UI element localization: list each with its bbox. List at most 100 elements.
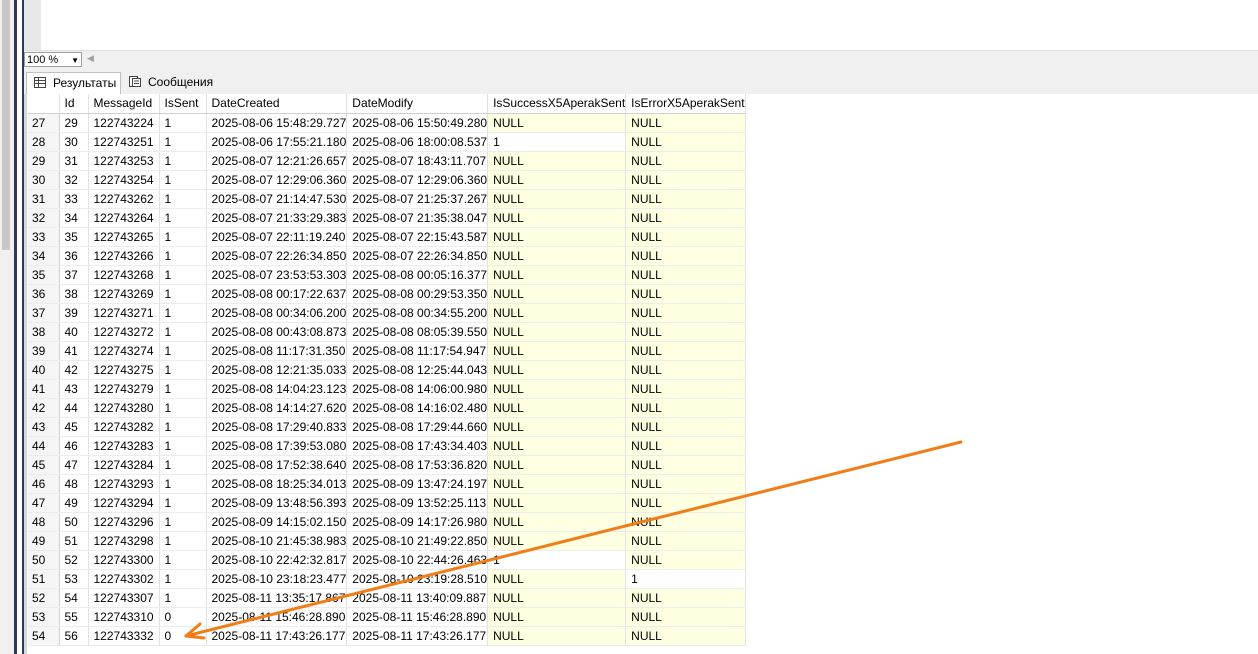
- cell-issuccessx5aperaksent[interactable]: NULL: [487, 398, 627, 418]
- cell-id[interactable]: 34: [59, 208, 89, 228]
- cell-messageid[interactable]: 122743298: [88, 531, 160, 551]
- cell-rownum[interactable]: 34: [28, 246, 60, 266]
- cell-id[interactable]: 33: [59, 189, 89, 209]
- cell-datemodify[interactable]: 2025-08-11 15:46:28.890: [346, 607, 489, 627]
- cell-id[interactable]: 35: [59, 227, 89, 247]
- cell-datemodify[interactable]: 2025-08-08 17:43:34.403: [346, 436, 489, 456]
- scroll-left-icon[interactable]: ◀: [87, 53, 94, 64]
- cell-id[interactable]: 53: [59, 569, 89, 589]
- cell-issent[interactable]: 1: [159, 417, 207, 437]
- cell-id[interactable]: 49: [59, 493, 89, 513]
- cell-id[interactable]: 51: [59, 531, 89, 551]
- cell-rownum[interactable]: 50: [28, 550, 60, 570]
- cell-messageid[interactable]: 122743274: [88, 341, 160, 361]
- table-row[interactable]: 41 43 122743279 1 2025-08-08 14:04:23.123 202…: [28, 379, 746, 399]
- cell-id[interactable]: 40: [59, 322, 89, 342]
- cell-issuccessx5aperaksent[interactable]: NULL: [487, 512, 627, 532]
- cell-datecreated[interactable]: 2025-08-08 14:04:23.123: [206, 379, 348, 399]
- cell-datecreated[interactable]: 2025-08-08 00:43:08.873: [206, 322, 348, 342]
- table-row[interactable]: 43 45 122743282 1 2025-08-08 17:29:40.833 202…: [28, 417, 746, 437]
- cell-messageid[interactable]: 122743332: [88, 626, 160, 646]
- cell-issent[interactable]: 1: [159, 569, 207, 589]
- cell-id[interactable]: 55: [59, 607, 89, 627]
- table-row[interactable]: 37 39 122743271 1 2025-08-08 00:34:06.200 202…: [28, 303, 746, 323]
- cell-messageid[interactable]: 122743282: [88, 417, 160, 437]
- cell-rownum[interactable]: 32: [28, 208, 60, 228]
- cell-datecreated[interactable]: 2025-08-07 21:33:29.383: [206, 208, 348, 228]
- cell-datecreated[interactable]: 2025-08-07 22:11:19.240: [206, 227, 348, 247]
- cell-iserrorx5aperaksent[interactable]: 1: [625, 569, 746, 589]
- cell-id[interactable]: 37: [59, 265, 89, 285]
- cell-issent[interactable]: 1: [159, 341, 207, 361]
- table-row[interactable]: 53 55 122743310 0 2025-08-11 15:46:28.890 202…: [28, 607, 746, 627]
- cell-messageid[interactable]: 122743264: [88, 208, 160, 228]
- cell-issent[interactable]: 1: [159, 531, 207, 551]
- cell-id[interactable]: 46: [59, 436, 89, 456]
- cell-issuccessx5aperaksent[interactable]: NULL: [487, 151, 627, 171]
- cell-iserrorx5aperaksent[interactable]: NULL: [625, 322, 746, 342]
- table-row[interactable]: 46 48 122743293 1 2025-08-08 18:25:34.013 202…: [28, 474, 746, 494]
- cell-iserrorx5aperaksent[interactable]: NULL: [625, 607, 746, 627]
- table-row[interactable]: 42 44 122743280 1 2025-08-08 14:14:27.620 202…: [28, 398, 746, 418]
- table-row[interactable]: 47 49 122743294 1 2025-08-09 13:48:56.393 202…: [28, 493, 746, 513]
- cell-rownum[interactable]: 49: [28, 531, 60, 551]
- cell-rownum[interactable]: 54: [28, 626, 60, 646]
- cell-iserrorx5aperaksent[interactable]: NULL: [625, 208, 746, 228]
- cell-id[interactable]: 56: [59, 626, 89, 646]
- cell-datecreated[interactable]: 2025-08-08 14:14:27.620: [206, 398, 348, 418]
- table-row[interactable]: 44 46 122743283 1 2025-08-08 17:39:53.080 202…: [28, 436, 746, 456]
- cell-messageid[interactable]: 122743269: [88, 284, 160, 304]
- cell-issent[interactable]: 1: [159, 379, 207, 399]
- left-scrollbar-thumb[interactable]: [2, 0, 10, 250]
- cell-issuccessx5aperaksent[interactable]: NULL: [487, 455, 627, 475]
- cell-issent[interactable]: 1: [159, 398, 207, 418]
- table-row[interactable]: 33 35 122743265 1 2025-08-07 22:11:19.240 202…: [28, 227, 746, 247]
- cell-iserrorx5aperaksent[interactable]: NULL: [625, 626, 746, 646]
- cell-datemodify[interactable]: 2025-08-08 00:34:55.200: [346, 303, 489, 323]
- cell-rownum[interactable]: 51: [28, 569, 60, 589]
- cell-datecreated[interactable]: 2025-08-07 12:29:06.360: [206, 170, 348, 190]
- cell-iserrorx5aperaksent[interactable]: NULL: [625, 284, 746, 304]
- cell-datecreated[interactable]: 2025-08-08 11:17:31.350: [206, 341, 348, 361]
- table-row[interactable]: 29 31 122743253 1 2025-08-07 12:21:26.657 202…: [28, 151, 746, 171]
- left-scrollbar[interactable]: [0, 0, 14, 654]
- table-row[interactable]: 27 29 122743224 1 2025-08-06 15:48:29.727 202…: [28, 113, 746, 133]
- cell-id[interactable]: 52: [59, 550, 89, 570]
- cell-issent[interactable]: 1: [159, 265, 207, 285]
- cell-rownum[interactable]: 42: [28, 398, 60, 418]
- cell-rownum[interactable]: 30: [28, 170, 60, 190]
- grid-left-splitter[interactable]: [24, 94, 27, 654]
- cell-datemodify[interactable]: 2025-08-09 14:17:26.980: [346, 512, 489, 532]
- cell-datecreated[interactable]: 2025-08-07 12:21:26.657: [206, 151, 348, 171]
- cell-datecreated[interactable]: 2025-08-10 21:45:38.983: [206, 531, 348, 551]
- cell-id[interactable]: 31: [59, 151, 89, 171]
- table-row[interactable]: 30 32 122743254 1 2025-08-07 12:29:06.360 202…: [28, 170, 746, 190]
- cell-iserrorx5aperaksent[interactable]: NULL: [625, 265, 746, 285]
- table-row[interactable]: 48 50 122743296 1 2025-08-09 14:15:02.150 202…: [28, 512, 746, 532]
- cell-iserrorx5aperaksent[interactable]: NULL: [625, 417, 746, 437]
- cell-rownum[interactable]: 39: [28, 341, 60, 361]
- cell-issent[interactable]: 1: [159, 588, 207, 608]
- table-row[interactable]: 54 56 122743332 0 2025-08-11 17:43:26.177 202…: [28, 626, 746, 646]
- table-row[interactable]: 38 40 122743272 1 2025-08-08 00:43:08.873 202…: [28, 322, 746, 342]
- cell-rownum[interactable]: 44: [28, 436, 60, 456]
- cell-issuccessx5aperaksent[interactable]: NULL: [487, 265, 627, 285]
- cell-messageid[interactable]: 122743302: [88, 569, 160, 589]
- cell-datecreated[interactable]: 2025-08-08 00:34:06.200: [206, 303, 348, 323]
- cell-datemodify[interactable]: 2025-08-08 00:29:53.350: [346, 284, 489, 304]
- cell-datemodify[interactable]: 2025-08-08 11:17:54.947: [346, 341, 489, 361]
- cell-datecreated[interactable]: 2025-08-11 13:35:17.867: [206, 588, 348, 608]
- cell-id[interactable]: 41: [59, 341, 89, 361]
- cell-id[interactable]: 44: [59, 398, 89, 418]
- cell-issent[interactable]: 1: [159, 151, 207, 171]
- cell-datecreated[interactable]: 2025-08-08 17:52:38.640: [206, 455, 348, 475]
- cell-messageid[interactable]: 122743296: [88, 512, 160, 532]
- cell-issuccessx5aperaksent[interactable]: NULL: [487, 360, 627, 380]
- cell-id[interactable]: 48: [59, 474, 89, 494]
- cell-datemodify[interactable]: 2025-08-11 17:43:26.177: [346, 626, 489, 646]
- cell-iserrorx5aperaksent[interactable]: NULL: [625, 531, 746, 551]
- cell-id[interactable]: 43: [59, 379, 89, 399]
- cell-datecreated[interactable]: 2025-08-09 13:48:56.393: [206, 493, 348, 513]
- cell-iserrorx5aperaksent[interactable]: NULL: [625, 398, 746, 418]
- cell-iserrorx5aperaksent[interactable]: NULL: [625, 227, 746, 247]
